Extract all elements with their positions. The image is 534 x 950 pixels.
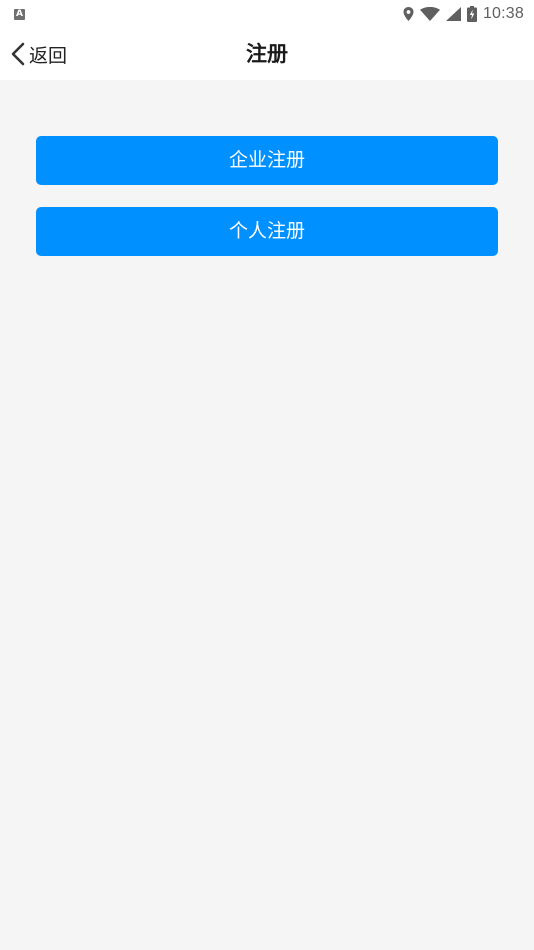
notification-a-icon: A — [14, 8, 25, 20]
battery-charging-icon — [466, 6, 477, 22]
status-bar: A 10:38 — [0, 0, 534, 28]
personal-register-button[interactable]: 个人注册 — [36, 207, 498, 256]
status-time: 10:38 — [482, 5, 524, 22]
signal-icon — [445, 7, 461, 21]
back-label: 返回 — [29, 44, 68, 67]
back-button[interactable]: 返回 — [10, 38, 67, 70]
register-screen: A 10:38 注册 返回 企业注册 个人注册 — [0, 0, 534, 950]
wifi-icon — [419, 7, 440, 21]
status-right: 10:38 — [403, 5, 524, 23]
chevron-left-icon — [11, 42, 25, 66]
location-icon — [403, 7, 414, 21]
page-title: 注册 — [246, 42, 288, 66]
enterprise-register-button[interactable]: 企业注册 — [36, 136, 498, 185]
status-left: A — [14, 8, 25, 20]
title-bar: 注册 返回 — [0, 28, 534, 80]
